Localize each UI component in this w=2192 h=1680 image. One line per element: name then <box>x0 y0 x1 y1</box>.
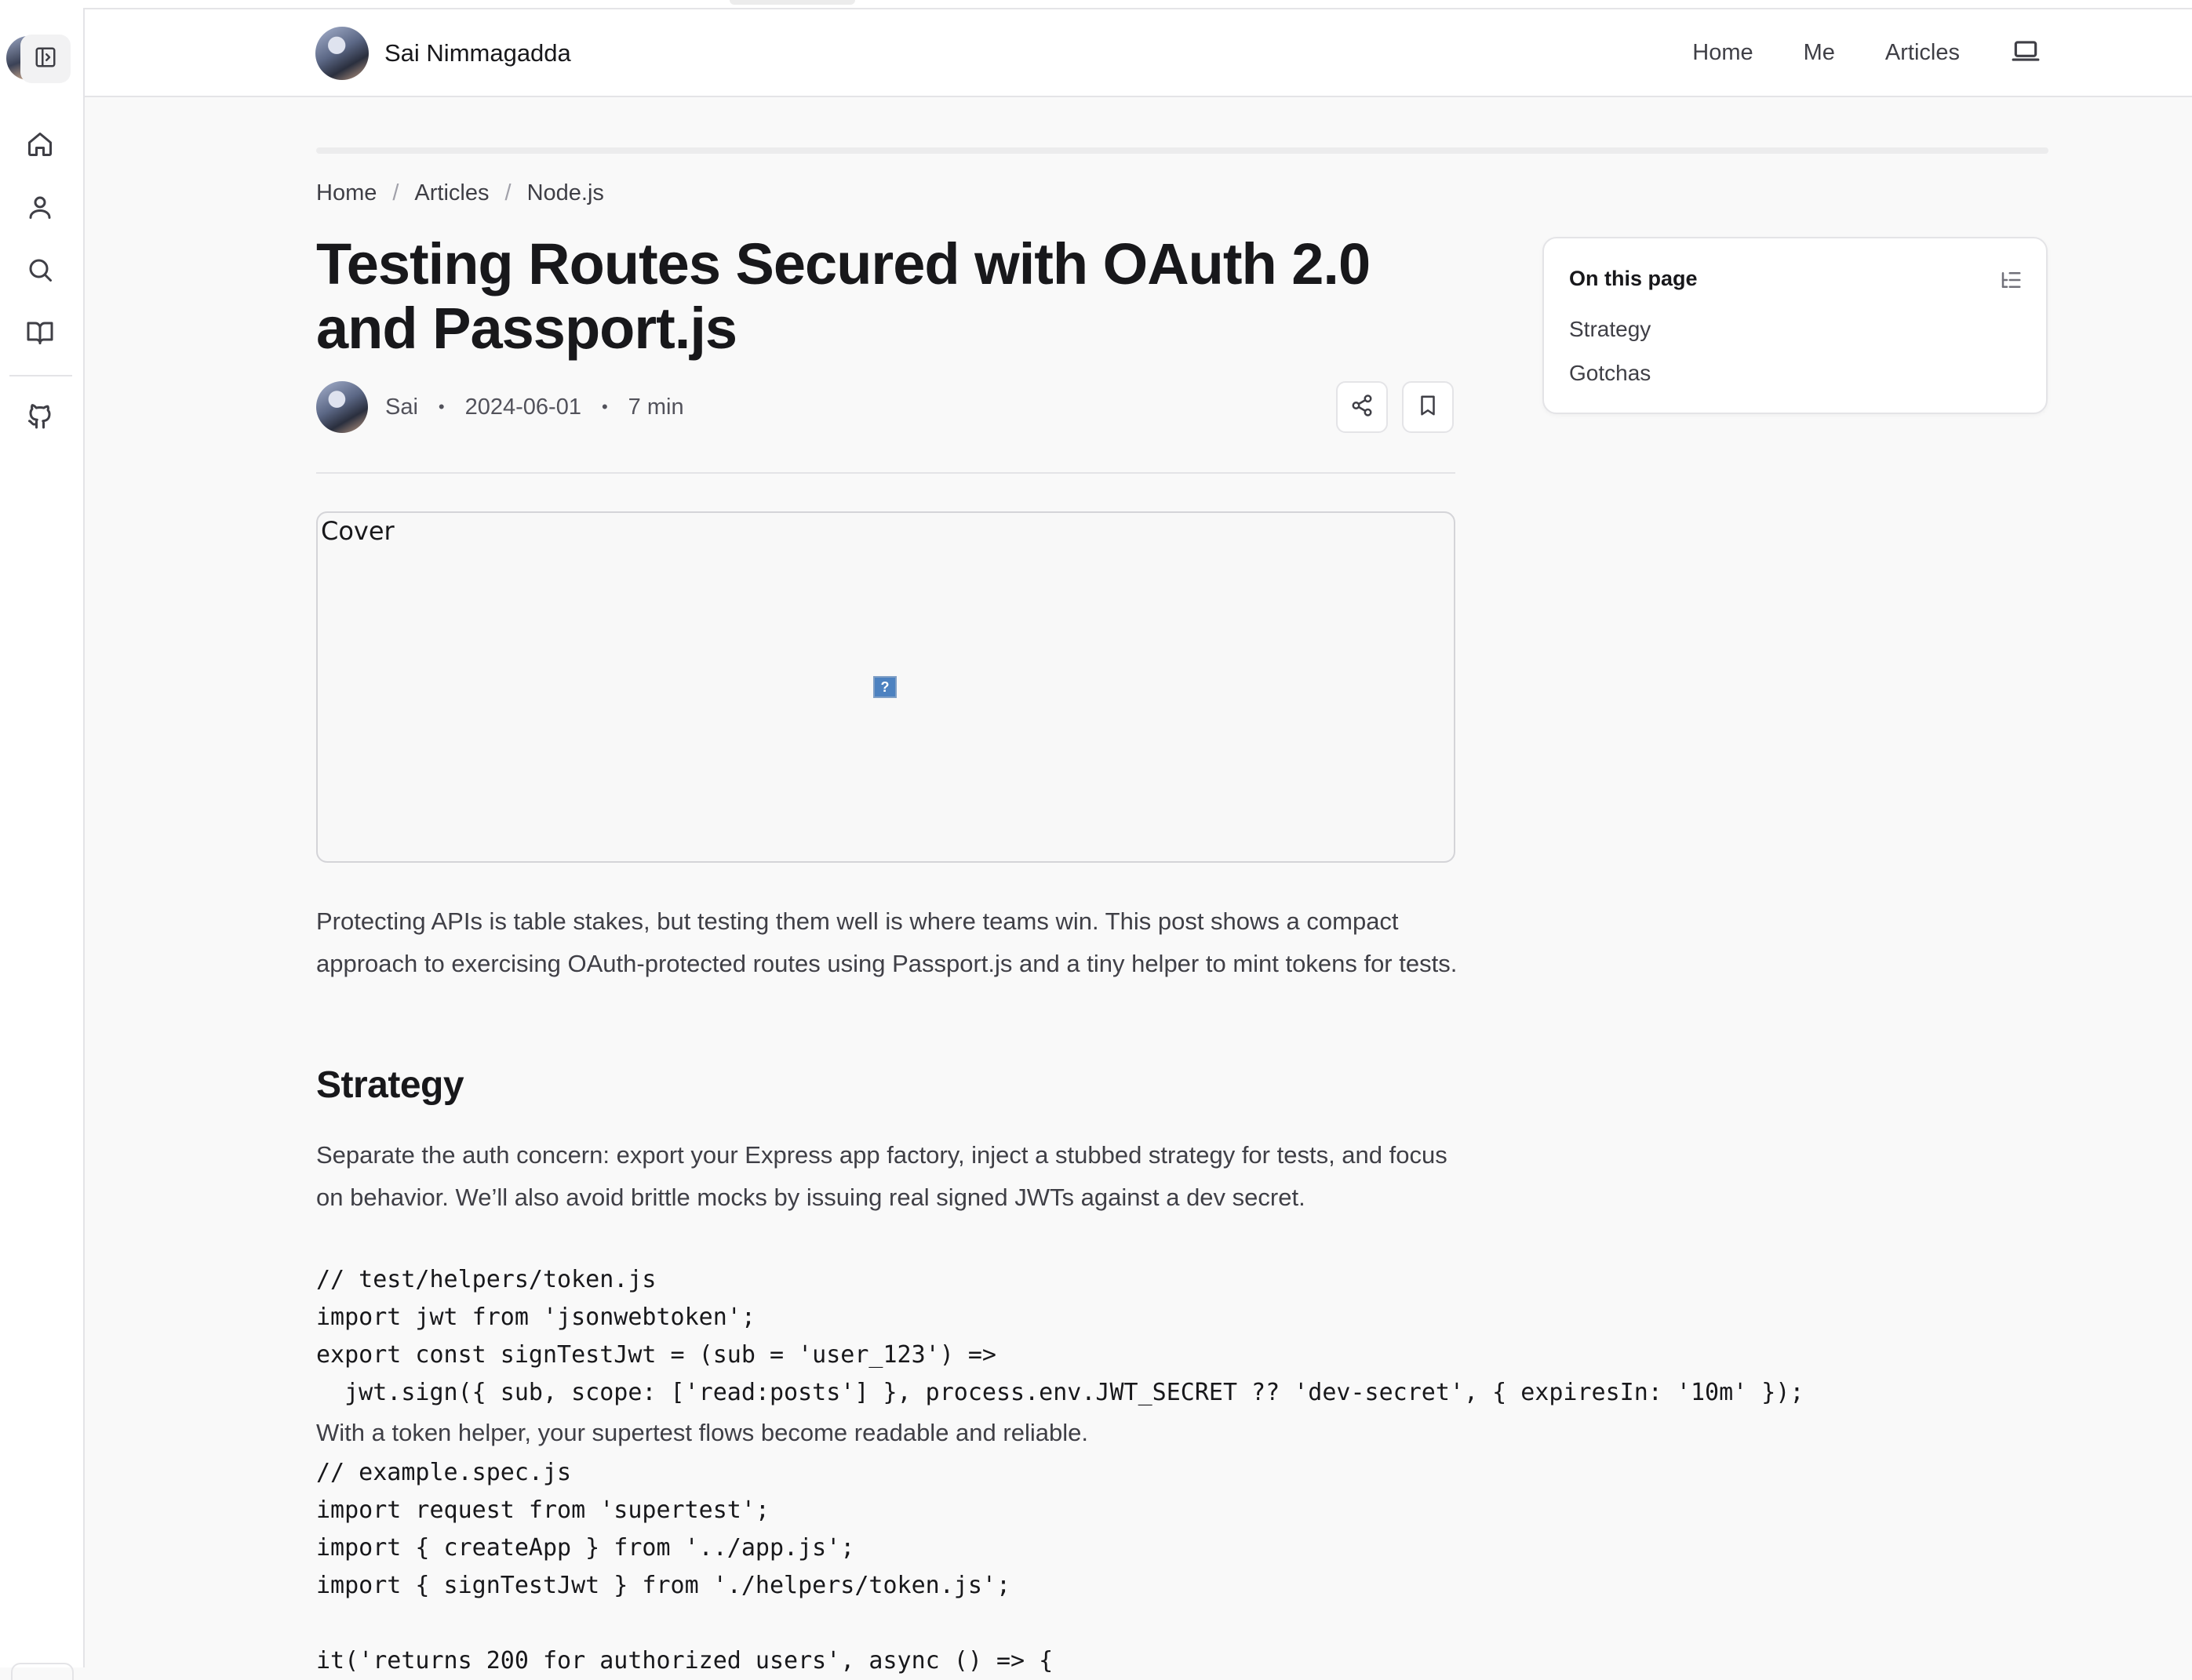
page-title: Testing Routes Secured with OAuth 2.0 an… <box>316 231 1371 361</box>
sidebar-bottom-control[interactable] <box>11 1663 74 1680</box>
site-name: Sai Nimmagadda <box>384 39 571 67</box>
cover-image: Cover ? <box>316 511 1455 863</box>
breadcrumb: Home / Articles / Node.js <box>316 180 604 206</box>
browser-top-edge <box>0 0 2192 9</box>
publish-date: 2024-06-01 <box>464 394 581 420</box>
avatar <box>315 27 369 80</box>
share-icon <box>1350 394 1374 421</box>
breadcrumb-home[interactable]: Home <box>316 180 377 206</box>
share-button[interactable] <box>1336 381 1388 433</box>
sidebar-github-button[interactable] <box>18 395 62 439</box>
breadcrumb-separator: / <box>504 180 512 205</box>
table-of-contents: On this page Strategy Gotchas <box>1542 237 2048 414</box>
toc-item-gotchas[interactable]: Gotchas <box>1569 361 1651 386</box>
meta-dot: • <box>438 397 445 416</box>
toc-title: On this page <box>1569 267 1698 290</box>
code-block-token-helper: // test/helpers/token.js import jwt from… <box>316 1266 1804 1406</box>
meta-divider <box>316 472 1455 474</box>
sidebar-divider <box>9 375 72 376</box>
article-meta: Sai • 2024-06-01 • 7 min <box>316 381 684 433</box>
heading-strategy: Strategy <box>316 1064 464 1106</box>
code-block-example-spec: // example.spec.js import request from '… <box>316 1459 1054 1675</box>
author-avatar <box>316 381 368 433</box>
sidebar-home-button[interactable] <box>18 124 62 168</box>
bookmark-button[interactable] <box>1402 381 1454 433</box>
theme-toggle-button[interactable] <box>2010 37 2041 68</box>
sidebar <box>0 8 85 1680</box>
reading-progress-track <box>316 147 2048 154</box>
book-icon <box>26 318 54 351</box>
strategy-paragraph: Separate the auth concern: export your E… <box>316 1141 1447 1211</box>
author-name: Sai <box>385 394 418 420</box>
laptop-icon <box>2011 36 2041 70</box>
toc-item-strategy[interactable]: Strategy <box>1569 317 1651 342</box>
bookmark-icon <box>1416 394 1440 421</box>
user-icon <box>26 193 54 225</box>
nav-me-link[interactable]: Me <box>1804 40 1835 66</box>
site-header: Sai Nimmagadda Home Me Articles <box>85 9 2192 97</box>
breadcrumb-separator: / <box>392 180 399 205</box>
home-icon <box>26 130 54 162</box>
brand-link[interactable]: Sai Nimmagadda <box>315 27 571 80</box>
read-time: 7 min <box>628 394 684 420</box>
sidebar-search-button[interactable] <box>18 249 62 293</box>
github-icon <box>26 402 54 434</box>
main-nav: Home Me Articles <box>1692 9 2192 96</box>
broken-image-icon: ? <box>873 676 897 698</box>
nav-articles-link[interactable]: Articles <box>1885 40 1960 66</box>
breadcrumb-articles[interactable]: Articles <box>414 180 489 206</box>
sidebar-me-button[interactable] <box>18 187 62 231</box>
meta-dot: • <box>601 397 608 416</box>
supertest-paragraph: With a token helper, your supertest flow… <box>316 1419 1088 1446</box>
sidebar-toggle-button[interactable] <box>20 35 71 83</box>
breadcrumb-current[interactable]: Node.js <box>527 180 604 206</box>
sidebar-toggle-icon <box>34 45 57 73</box>
search-icon <box>26 256 54 288</box>
sidebar-articles-button[interactable] <box>18 312 62 356</box>
intro-paragraph: Protecting APIs is table stakes, but tes… <box>316 907 1458 977</box>
nav-home-link[interactable]: Home <box>1692 40 1753 66</box>
cover-alt-text: Cover <box>321 516 395 546</box>
list-tree-icon <box>1999 268 2023 296</box>
